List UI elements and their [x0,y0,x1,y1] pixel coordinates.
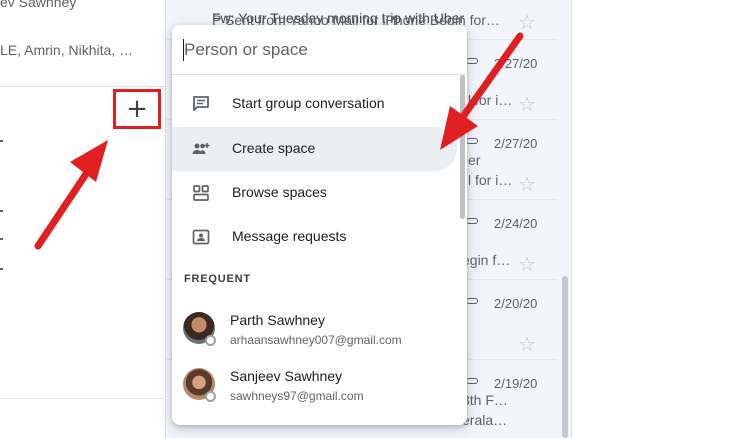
attachment-icon [466,218,478,224]
divider [0,140,3,142]
presence-indicator-icon [205,335,216,346]
frequent-heading: FREQUENT [184,273,251,285]
contact-name: Parth Sawhney [230,312,325,328]
divider [0,268,3,270]
mail-scrollbar-thumb[interactable] [562,276,568,438]
menu-item-message-requests[interactable]: Message requests [172,215,457,259]
group-add-icon [192,143,210,154]
left-conversation-name[interactable]: ev Sawhney [0,0,76,10]
divider [0,210,3,212]
contact-item[interactable]: Sanjeev Sawhney sawhneys97@gmail.com [172,356,457,412]
mail-snippet: erala… [462,412,508,428]
star-icon[interactable]: ☆ [518,332,536,356]
menu-scrollbar-thumb[interactable] [460,75,465,219]
mail-date: 2/19/20 [494,376,538,391]
presence-indicator-icon [205,391,216,402]
star-icon[interactable]: ☆ [518,10,536,34]
search-field[interactable] [172,25,467,75]
attachment-icon [466,138,478,144]
menu-item-label: Start group conversation [232,95,385,111]
attachment-icon [466,298,478,304]
attachment-icon [466,58,478,64]
new-chat-menu: Start group conversation Create space Br… [172,25,467,425]
mail-snippet: l for i… [468,172,513,188]
contact-card-icon [192,229,210,245]
star-icon[interactable]: ☆ [518,92,536,116]
menu-item-label: Browse spaces [232,184,327,200]
contact-email: sawhneys97@gmail.com [230,389,364,403]
mail-date: 2/27/20 [494,56,538,71]
contact-name: Sanjeev Sawhney [230,368,343,384]
menu-item-create-space[interactable]: Create space [172,127,457,171]
menu-item-label: Create space [232,140,316,156]
contact-email: arhaansawhney007@gmail.com [230,333,402,347]
plus-icon: + [126,94,148,124]
message-icon [193,96,209,111]
mail-date: 2/27/20 [494,136,538,151]
mail-date: 2/20/20 [494,296,538,311]
grid-icon [193,185,209,201]
menu-item-label: Message requests [232,228,347,244]
divider [0,398,166,399]
mail-date: 2/24/20 [494,216,538,231]
divider [0,238,3,240]
star-icon[interactable]: ☆ [518,252,536,276]
mail-snippet: egin f… [462,252,511,268]
menu-item-browse-spaces[interactable]: Browse spaces [172,171,457,215]
star-icon[interactable]: ☆ [518,172,536,196]
attachment-icon [466,378,478,384]
divider [0,86,166,87]
left-pane: ev Sawhney LE, Amrin, Nikhita, … + [0,0,166,438]
add-chat-button[interactable]: + [113,89,161,129]
right-panel [572,0,730,438]
menu-item-start-group-conversation[interactable]: Start group conversation [172,82,457,126]
mail-subject: er [468,152,481,168]
mail-snippet: l for i… [468,92,513,108]
mail-subject: 3th F… [462,392,508,408]
left-conversation-members[interactable]: LE, Amrin, Nikhita, … [0,42,133,58]
person-or-space-input[interactable] [184,35,454,65]
contact-item[interactable]: Parth Sawhney arhaansawhney007@gmail.com [172,300,457,356]
